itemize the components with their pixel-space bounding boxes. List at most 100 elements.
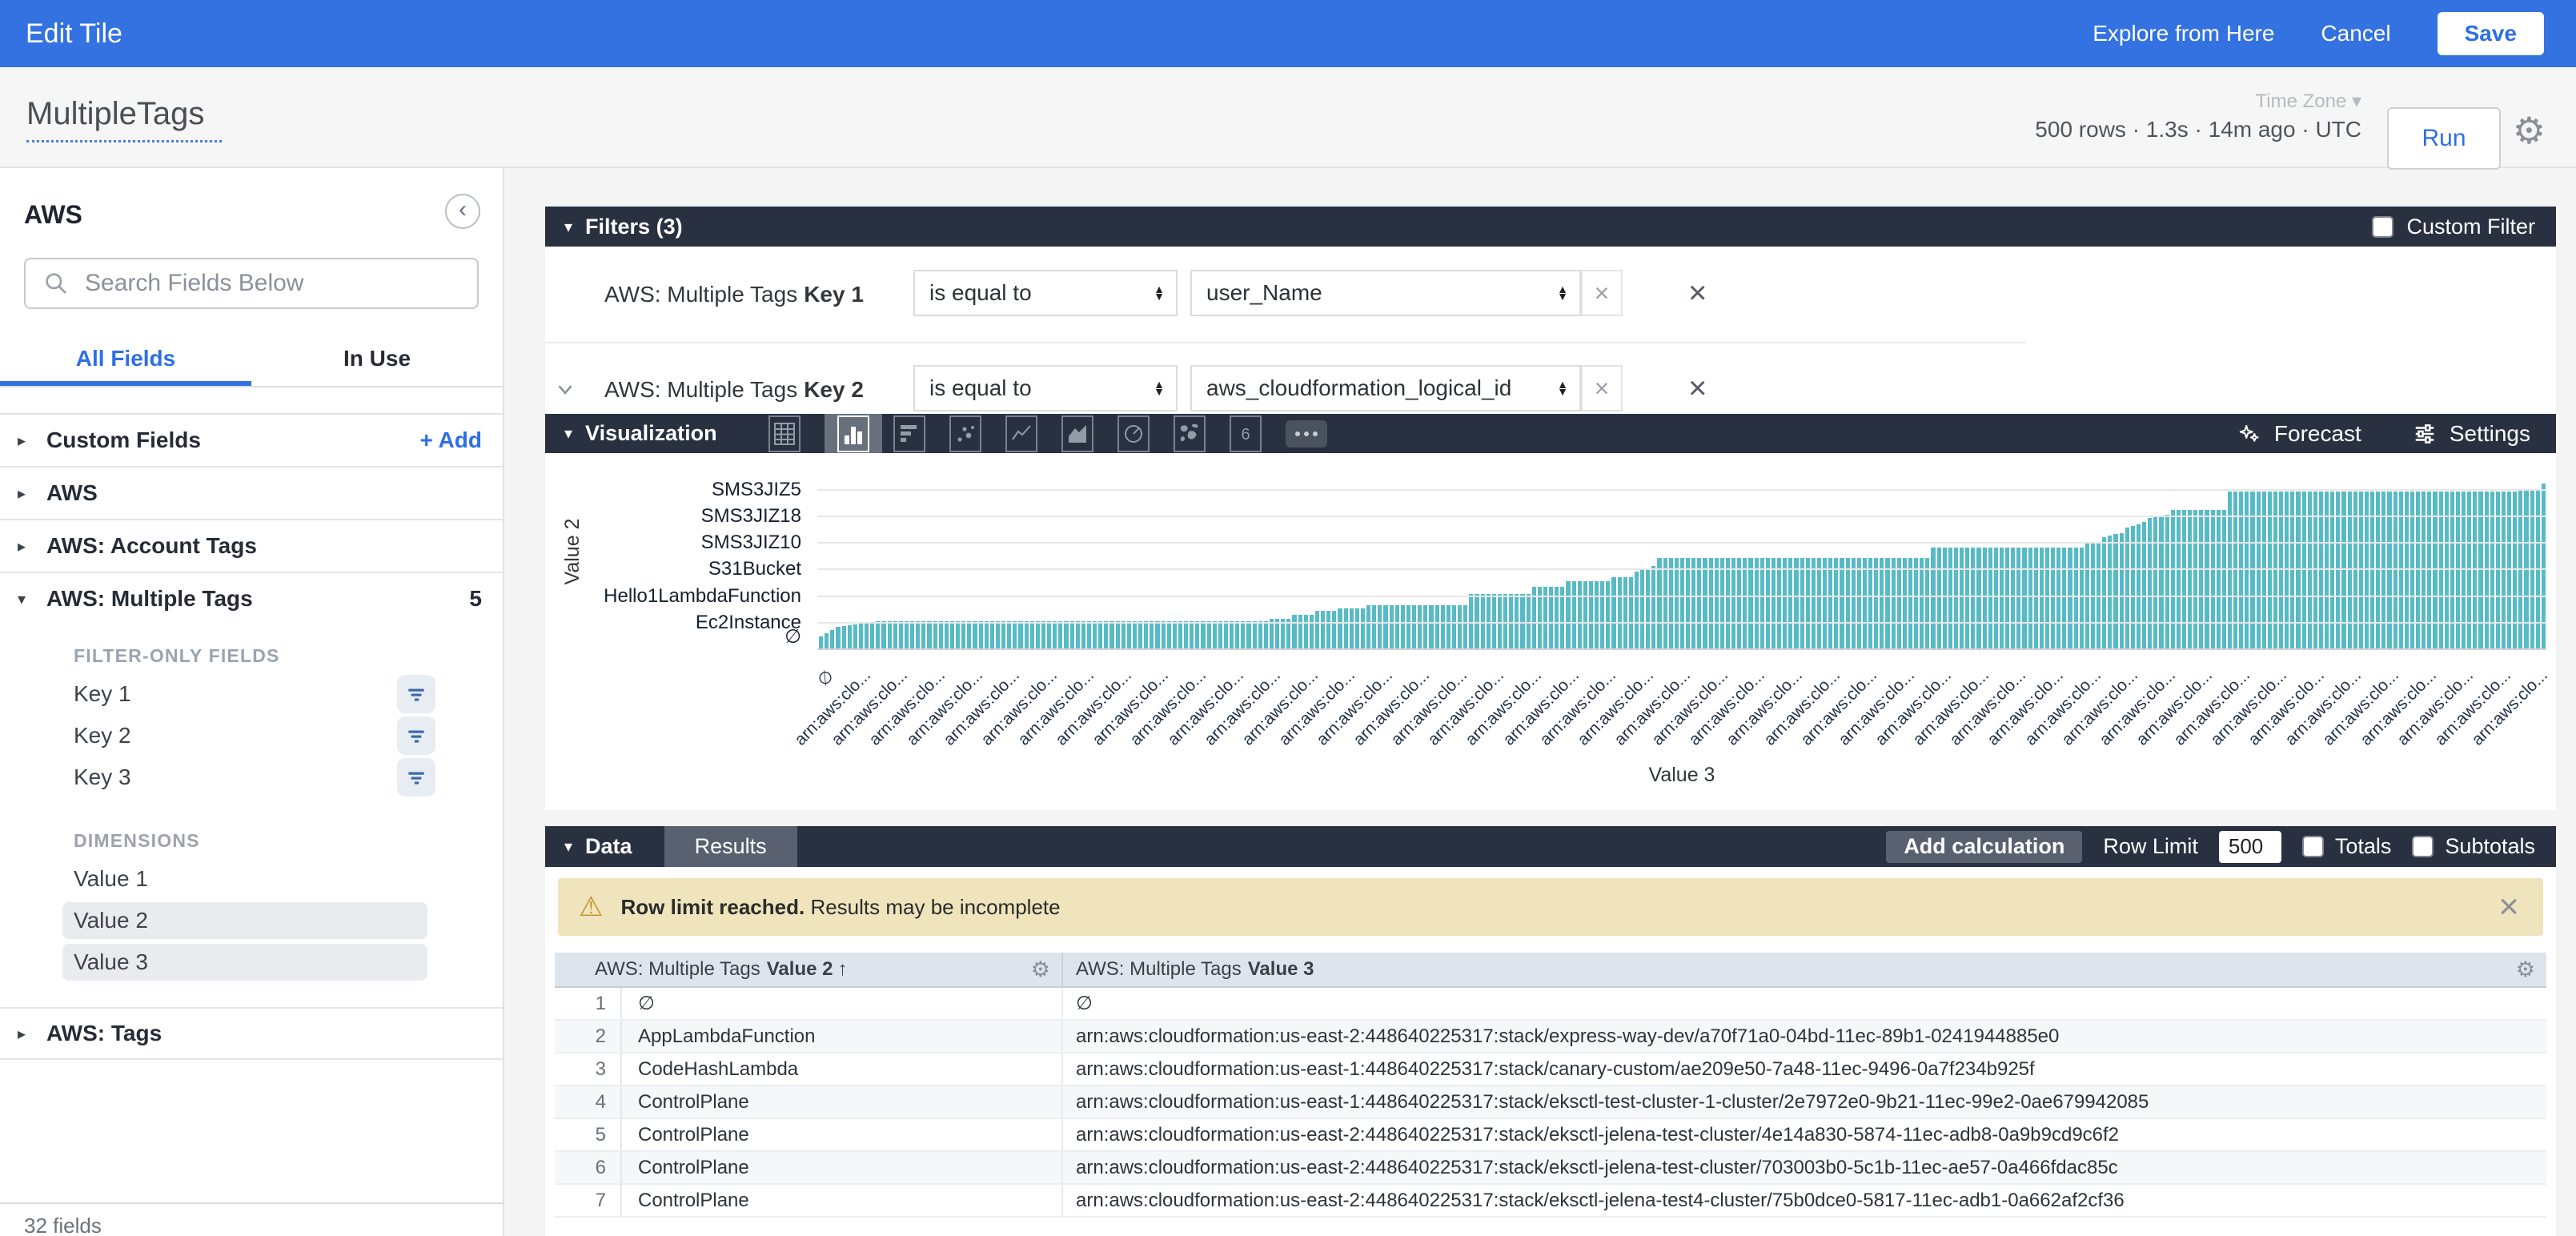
viz-table-icon[interactable]	[768, 415, 800, 452]
table-row[interactable]: 4ControlPlanearn:aws:cloudformation:us-e…	[555, 1086, 2546, 1119]
sidebar-section-aws-account-tags[interactable]: ▸ AWS: Account Tags	[0, 519, 503, 572]
chart-bar	[1070, 621, 1074, 648]
add-custom-field-button[interactable]: + Add	[419, 427, 482, 453]
viz-bar-icon[interactable]	[893, 415, 925, 452]
sidebar-field-key-3[interactable]: Key 3	[0, 756, 503, 798]
sidebar-section-custom-fields[interactable]: ▸ Custom Fields + Add	[0, 413, 503, 466]
add-calculation-button[interactable]: Add calculation	[1886, 831, 2082, 863]
forecast-button[interactable]: Forecast	[2237, 421, 2361, 447]
chart-bars	[819, 453, 2545, 648]
clear-filter-value-button[interactable]: ×	[1581, 270, 1623, 316]
tab-in-use[interactable]: In Use	[251, 346, 503, 371]
chart-bar	[2171, 510, 2175, 648]
chart-bar	[1013, 621, 1017, 648]
chart-bar	[1583, 581, 1587, 648]
viz-column-icon[interactable]	[837, 415, 869, 452]
sidebar-field-key-1[interactable]: Key 1	[0, 673, 503, 715]
column-header-value2[interactable]: AWS: Multiple TagsValue 2↑ ⚙	[555, 953, 1063, 986]
chart-bar	[1058, 621, 1062, 648]
sidebar-field-value-3[interactable]: Value 3	[0, 941, 503, 983]
filter-by-field-icon[interactable]	[397, 716, 435, 755]
save-button[interactable]: Save	[2438, 12, 2544, 55]
run-button[interactable]: Run	[2387, 107, 2501, 170]
custom-filter-checkbox[interactable]	[2372, 216, 2393, 238]
table-row[interactable]: 1∅∅	[555, 988, 2546, 1021]
table-row[interactable]: 6ControlPlanearn:aws:cloudformation:us-e…	[555, 1152, 2546, 1185]
remove-filter-button[interactable]: ×	[1688, 270, 1707, 316]
filters-header[interactable]: ▾ Filters (3) Custom Filter	[545, 207, 2556, 247]
chart-bar	[1235, 621, 1239, 648]
chart-bar	[1680, 558, 1684, 648]
column-header-value3[interactable]: AWS: Multiple TagsValue 3 ⚙	[1063, 953, 2546, 986]
chevron-down-icon[interactable]	[553, 377, 577, 405]
chart-bar	[881, 621, 885, 648]
filter-operator-select[interactable]: is equal to▲▼	[913, 365, 1178, 411]
cancel-button[interactable]: Cancel	[2321, 21, 2390, 46]
chart-bar	[945, 621, 949, 648]
column-gear-icon[interactable]: ⚙	[2516, 957, 2535, 982]
remove-filter-button[interactable]: ×	[1688, 365, 1707, 411]
sidebar-section-aws-tags[interactable]: ▸ AWS: Tags	[0, 1007, 503, 1060]
sidebar-field-value-1[interactable]: Value 1	[0, 858, 503, 900]
tab-results[interactable]: Results	[664, 826, 797, 867]
explore-from-here-button[interactable]: Explore from Here	[2092, 21, 2274, 46]
chart-bar	[1937, 548, 1941, 648]
table-row[interactable]: 7ControlPlanearn:aws:cloudformation:us-e…	[555, 1185, 2546, 1218]
chart-bar	[819, 636, 823, 648]
chart-bar	[1777, 558, 1781, 648]
viz-area-icon[interactable]	[1061, 415, 1093, 452]
totals-checkbox[interactable]	[2302, 836, 2324, 857]
chart-bar	[1481, 594, 1485, 648]
subtotals-checkbox[interactable]	[2412, 836, 2434, 857]
viz-pie-icon[interactable]	[1117, 415, 1150, 452]
row-limit-input[interactable]	[2219, 831, 2281, 863]
sidebar-collapse-button[interactable]: ‹	[445, 194, 480, 229]
clear-filter-value-button[interactable]: ×	[1581, 365, 1623, 411]
viz-more-icon[interactable]	[1286, 420, 1327, 447]
sidebar-field-key-2[interactable]: Key 2	[0, 715, 503, 756]
viz-line-icon[interactable]	[1005, 415, 1037, 452]
viz-single-value-icon[interactable]: 6	[1230, 415, 1262, 452]
filter-operator-select[interactable]: is equal to▲▼	[913, 270, 1178, 316]
chart-bar	[853, 624, 857, 648]
chart-bar	[985, 621, 989, 648]
sidebar-section-aws-multiple-tags[interactable]: ▾ AWS: Multiple Tags 5	[0, 572, 503, 624]
table-body: 1∅∅2AppLambdaFunctionarn:aws:cloudformat…	[555, 988, 2546, 1218]
dismiss-warning-button[interactable]: ×	[2498, 887, 2519, 927]
sidebar-section-aws[interactable]: ▸ AWS	[0, 466, 503, 519]
viz-scatter-icon[interactable]	[949, 415, 981, 452]
search-input[interactable]	[83, 269, 431, 298]
table-row[interactable]: 3CodeHashLambdaarn:aws:cloudformation:us…	[555, 1053, 2546, 1086]
chart-bar	[2177, 510, 2181, 648]
sidebar-field-value-2[interactable]: Value 2	[0, 900, 503, 941]
totals-toggle[interactable]: Totals	[2302, 834, 2392, 859]
filter-value-select[interactable]: aws_cloudformation_logical_id▲▼	[1190, 365, 1581, 411]
chart-bar	[1292, 615, 1296, 648]
table-row[interactable]: 5ControlPlanearn:aws:cloudformation:us-e…	[555, 1119, 2546, 1152]
data-header[interactable]: ▾ Data Results Add calculation Row Limit…	[545, 826, 2556, 867]
chart-bar	[1258, 621, 1262, 648]
query-title[interactable]: MultipleTags	[26, 96, 222, 142]
chart-bar	[1606, 581, 1610, 648]
visualization-header[interactable]: ▾ Visualization 6 Forecast Settings	[545, 414, 2556, 453]
tab-all-fields[interactable]: All Fields	[0, 346, 251, 371]
column-gear-icon[interactable]: ⚙	[1031, 957, 1050, 982]
chart-bar	[2131, 526, 2135, 648]
subtotals-toggle[interactable]: Subtotals	[2412, 834, 2535, 859]
custom-filter-toggle[interactable]: Custom Filter	[2372, 215, 2556, 239]
settings-button[interactable]: Settings	[2413, 421, 2530, 447]
chart-bar	[2011, 548, 2015, 648]
viz-map-icon[interactable]	[1174, 415, 1206, 452]
chart-bar	[1304, 615, 1308, 648]
chart-bar	[1207, 621, 1211, 648]
filter-by-field-icon[interactable]	[397, 758, 435, 797]
query-gear-icon[interactable]: ⚙	[2513, 112, 2546, 149]
table-row[interactable]: 2AppLambdaFunctionarn:aws:cloudformation…	[555, 1021, 2546, 1053]
filter-value-select[interactable]: user_Name▲▼	[1190, 270, 1581, 316]
timezone-dropdown[interactable]: Time Zone ▾	[2255, 90, 2361, 113]
chart-bar	[1828, 558, 1832, 648]
filter-by-field-icon[interactable]	[397, 675, 435, 713]
search-field[interactable]	[24, 258, 479, 309]
chart-bar	[1109, 621, 1113, 648]
chevron-down-icon: ▾	[564, 423, 572, 443]
